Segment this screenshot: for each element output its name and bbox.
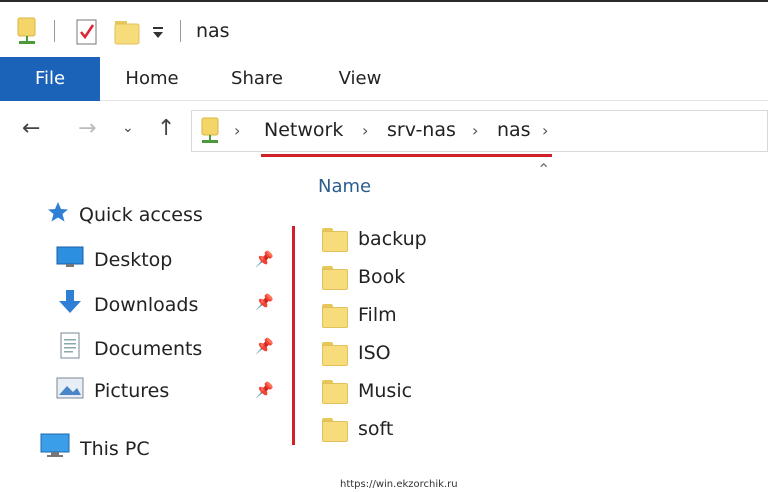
file-name: Book	[358, 266, 406, 288]
nav-label: This PC	[80, 437, 150, 460]
nav-label: Pictures	[94, 379, 170, 402]
tab-share[interactable]: Share	[224, 57, 290, 101]
pin-icon[interactable]: 📌	[255, 381, 274, 399]
pin-icon[interactable]: 📌	[255, 250, 274, 268]
file-name: Music	[358, 380, 413, 402]
new-folder-icon[interactable]	[114, 14, 140, 50]
list-item[interactable]: soft	[322, 411, 393, 447]
pin-icon[interactable]: 📌	[255, 293, 274, 311]
back-arrow-icon[interactable]: ←	[22, 116, 40, 141]
star-icon	[47, 201, 69, 228]
breadcrumb-srv-nas[interactable]: srv-nas	[387, 119, 456, 141]
title-bar: nas	[0, 0, 768, 56]
desktop-icon	[56, 245, 84, 274]
chevron-right-icon[interactable]: ›	[472, 121, 478, 140]
recent-locations-chevron-icon[interactable]: ⌄	[122, 120, 134, 136]
list-item[interactable]: Film	[322, 297, 397, 333]
nav-quick-access[interactable]: Quick access	[47, 201, 203, 228]
nav-item-downloads[interactable]: Downloads	[56, 288, 198, 321]
address-bar[interactable]: › Network › srv-nas › nas ›	[191, 110, 768, 152]
computer-icon	[40, 432, 70, 465]
folder-icon	[322, 418, 348, 442]
network-location-icon	[200, 117, 220, 149]
chevron-right-icon[interactable]: ›	[234, 121, 240, 140]
network-drive-icon[interactable]	[16, 14, 38, 50]
nav-item-documents[interactable]: Documents	[56, 332, 202, 365]
sort-ascending-icon: ⌃	[537, 160, 551, 179]
file-name: soft	[358, 418, 394, 440]
list-item[interactable]: backup	[322, 221, 427, 257]
file-name: ISO	[358, 342, 391, 364]
nav-label: Desktop	[94, 248, 173, 271]
column-header-name[interactable]: Name	[318, 176, 371, 197]
annotation-underline	[261, 154, 552, 157]
watermark: https://win.ekzorchik.ru	[340, 479, 458, 490]
downloads-icon	[56, 288, 84, 321]
folder-icon	[322, 342, 348, 366]
up-arrow-icon[interactable]: ↑	[157, 116, 175, 141]
properties-icon[interactable]	[76, 14, 98, 50]
folder-icon	[322, 304, 348, 328]
tab-file[interactable]: File	[0, 57, 100, 101]
breadcrumb-nas[interactable]: nas	[497, 119, 531, 141]
folder-icon	[322, 266, 348, 290]
nav-item-desktop[interactable]: Desktop	[56, 245, 172, 274]
breadcrumb-network[interactable]: Network	[264, 119, 343, 141]
ribbon-tabs: File Home Share View	[0, 57, 768, 101]
folder-icon	[322, 228, 348, 252]
list-item[interactable]: ISO	[322, 335, 391, 371]
window-title: nas	[196, 20, 230, 42]
forward-arrow-icon[interactable]: →	[78, 116, 96, 141]
documents-icon	[56, 332, 84, 365]
tab-view[interactable]: View	[330, 57, 390, 101]
file-name: Film	[358, 304, 397, 326]
file-name: backup	[358, 228, 427, 250]
pictures-icon	[56, 375, 84, 406]
folder-icon	[322, 380, 348, 404]
pin-icon[interactable]: 📌	[255, 337, 274, 355]
nav-label: Documents	[94, 337, 203, 360]
tab-home[interactable]: Home	[118, 57, 186, 101]
list-item[interactable]: Music	[322, 373, 412, 409]
chevron-right-icon[interactable]: ›	[362, 121, 368, 140]
nav-item-this-pc[interactable]: This PC	[40, 432, 150, 465]
chevron-right-icon[interactable]: ›	[542, 121, 548, 140]
annotation-vertical-line	[292, 226, 295, 445]
customize-toolbar-icon[interactable]	[151, 14, 165, 50]
list-item[interactable]: Book	[322, 259, 405, 295]
nav-label: Quick access	[79, 203, 203, 226]
nav-label: Downloads	[94, 293, 199, 316]
nav-item-pictures[interactable]: Pictures	[56, 375, 169, 406]
